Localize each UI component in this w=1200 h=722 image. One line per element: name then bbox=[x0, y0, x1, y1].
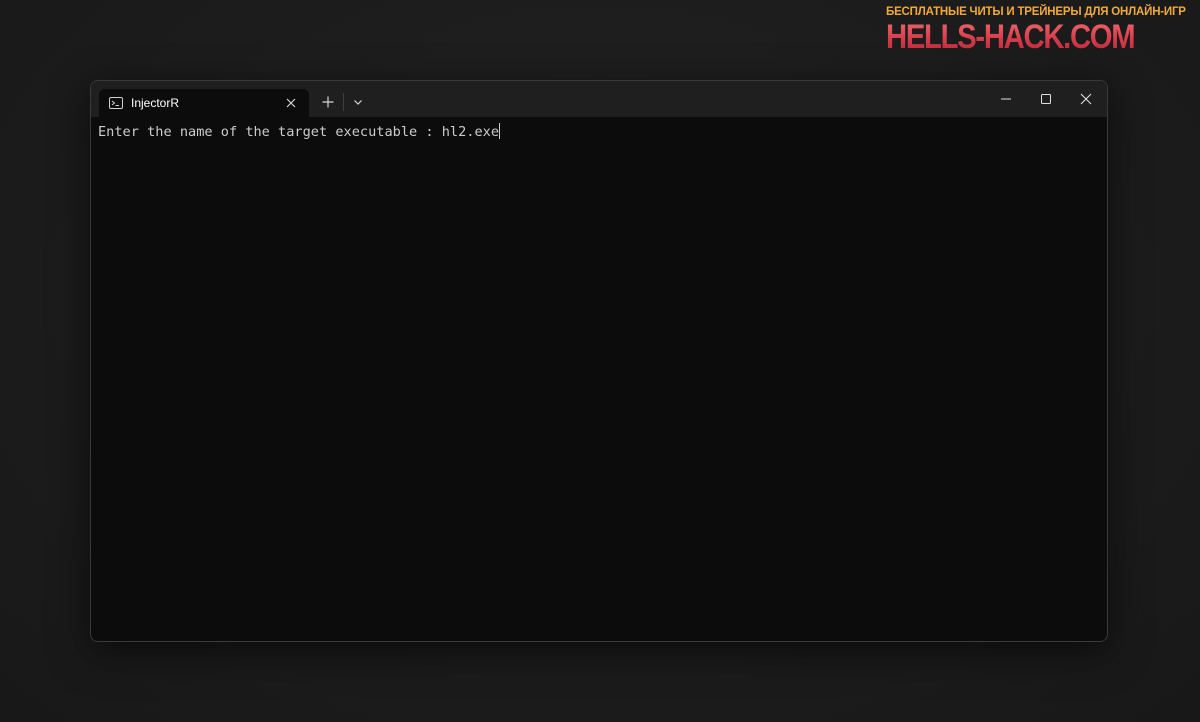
terminal-line: Enter the name of the target executable … bbox=[98, 122, 1100, 142]
tab-injectorr[interactable]: InjectorR bbox=[99, 89, 309, 117]
minimize-icon bbox=[1001, 98, 1011, 100]
new-tab-button[interactable] bbox=[319, 93, 337, 111]
terminal-input[interactable]: hl2.exe bbox=[442, 124, 499, 140]
tab-dropdown-button[interactable] bbox=[349, 93, 367, 111]
desktop-background: БЕСПЛАТНЫЕ ЧИТЫ И ТРЕЙНЕРЫ ДЛЯ ОНЛАЙН-ИГ… bbox=[0, 0, 1200, 722]
tab-title: InjectorR bbox=[131, 96, 180, 110]
terminal-output[interactable]: Enter the name of the target executable … bbox=[91, 117, 1107, 641]
watermark: БЕСПЛАТНЫЕ ЧИТЫ И ТРЕЙНЕРЫ ДЛЯ ОНЛАЙН-ИГ… bbox=[886, 6, 1196, 55]
terminal-icon bbox=[109, 96, 123, 110]
text-cursor bbox=[499, 123, 501, 139]
close-icon bbox=[286, 98, 296, 108]
close-icon bbox=[1080, 93, 1092, 105]
tab-close-button[interactable] bbox=[283, 95, 299, 111]
chevron-down-icon bbox=[354, 100, 362, 105]
plus-icon bbox=[322, 96, 334, 108]
close-window-button[interactable] bbox=[1066, 87, 1106, 111]
maximize-icon bbox=[1041, 94, 1051, 104]
terminal-window: InjectorR Enter the name of the target e… bbox=[90, 80, 1108, 642]
minimize-button[interactable] bbox=[986, 87, 1026, 111]
terminal-prompt: Enter the name of the target executable … bbox=[98, 124, 442, 140]
watermark-site-logo: HELLS-HACK.COM bbox=[886, 19, 1153, 55]
maximize-button[interactable] bbox=[1026, 87, 1066, 111]
tab-divider bbox=[343, 93, 344, 111]
title-bar[interactable]: InjectorR bbox=[91, 81, 1107, 117]
